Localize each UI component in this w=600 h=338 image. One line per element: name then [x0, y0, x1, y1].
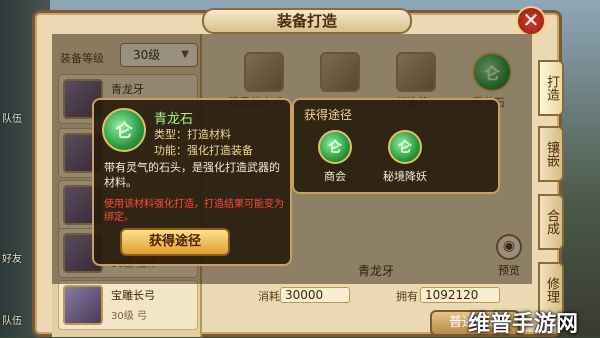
acquire-path-button[interactable]: 获得途径	[120, 228, 230, 256]
watermark: 维普手游网	[468, 312, 579, 337]
jade-stone-icon: 仑	[318, 130, 352, 164]
list-item-sub: 30级 弓	[111, 311, 147, 322]
tab-forge[interactable]: 打造	[538, 60, 564, 116]
tooltip-type: 类型：打造材料	[154, 128, 231, 141]
list-item-name: 宝雕长弓	[111, 289, 155, 302]
cost-label: 消耗	[258, 290, 280, 303]
bow-icon	[63, 285, 103, 325]
tab-combine[interactable]: 合成	[538, 194, 564, 250]
source-label: 商会	[324, 170, 346, 183]
source-label: 秘境降妖	[383, 170, 427, 183]
jade-stone-icon: 仑	[102, 108, 146, 152]
owned-value: 1092120	[420, 287, 500, 303]
jade-stone-icon: 仑	[388, 130, 422, 164]
list-item[interactable]: 宝雕长弓 30级 弓	[58, 280, 198, 330]
source-item-shop[interactable]: 仑 商会	[300, 130, 370, 184]
owned-label: 拥有	[396, 290, 418, 303]
cost-value: 30000	[280, 287, 350, 303]
tooltip-function: 功能：强化打造装备	[154, 144, 253, 157]
acquire-source-title: 获得途径	[304, 108, 353, 122]
tooltip-item-name: 青龙石	[154, 112, 194, 127]
close-button[interactable]: ✕	[516, 6, 546, 36]
source-item-demon-hunt[interactable]: 仑 秘境降妖	[370, 130, 440, 184]
tab-inlay[interactable]: 镶嵌	[538, 126, 564, 182]
window-title: 装备打造	[202, 8, 412, 34]
acquire-source-popup: 获得途径 仑 商会 仑 秘境降妖	[292, 98, 500, 194]
tooltip-warning: 使用该材料强化打造，打造结果可能变为绑定。	[104, 199, 284, 223]
tooltip-description: 带有灵气的石头，是强化打造武器的材料。	[104, 161, 280, 189]
